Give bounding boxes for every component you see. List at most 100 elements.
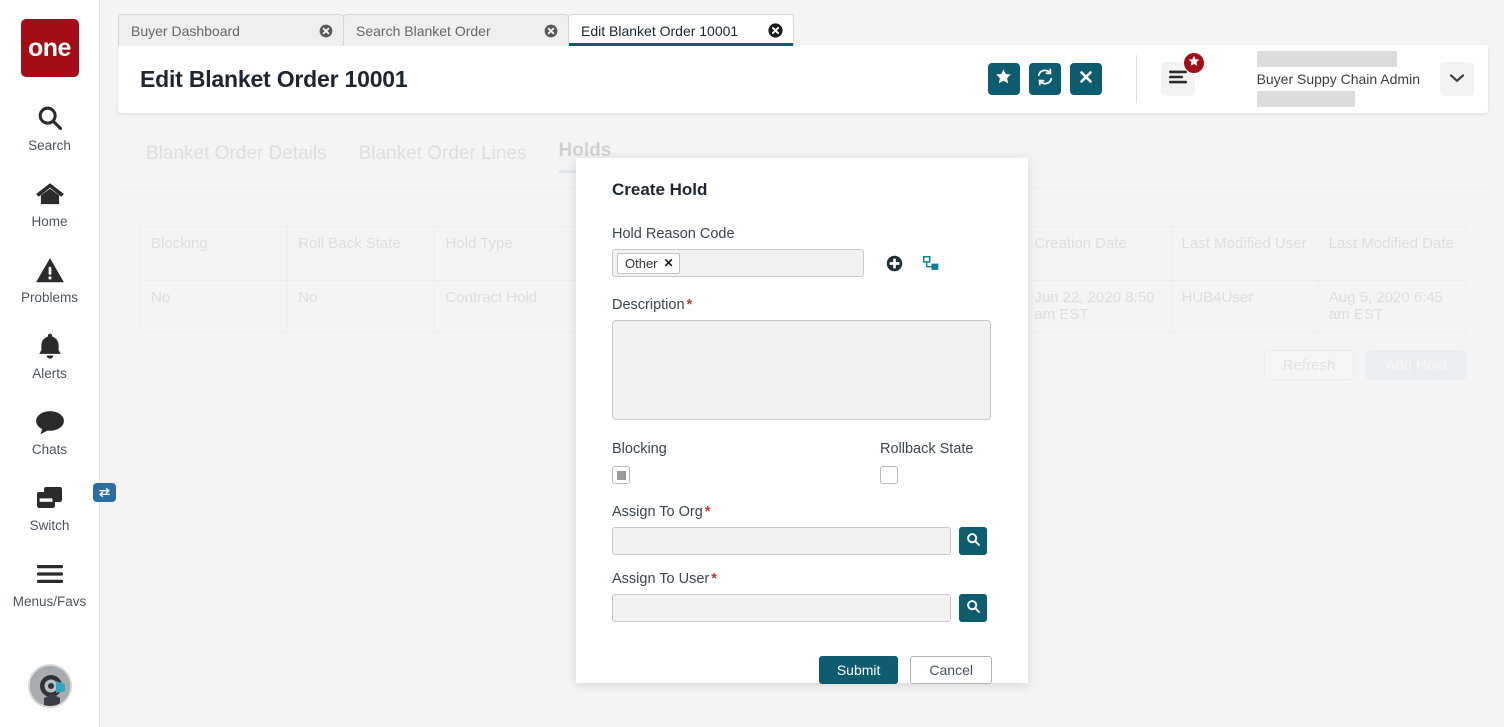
sidebar-item-label: Alerts [32, 366, 67, 381]
checkbox-row: Blocking Rollback State [612, 441, 992, 484]
assign-to-user-label-text: Assign To User [612, 571, 709, 587]
refresh-button[interactable]: Refresh [1264, 350, 1355, 380]
assign-to-org-label-text: Assign To Org [612, 504, 703, 520]
description-input[interactable] [612, 320, 991, 420]
magnifier-icon [966, 599, 981, 617]
sidebar-item-label: Search [28, 138, 71, 153]
add-hold-button[interactable]: Add Hold [1366, 350, 1466, 380]
tab-search-blanket-order[interactable]: Search Blanket Order [343, 14, 569, 46]
column-header: Creation Date [1024, 227, 1171, 281]
hierarchy-icon[interactable] [923, 256, 939, 271]
rollback-state-field: Rollback State [880, 441, 974, 484]
hold-reason-code-input[interactable]: Other ✕ [612, 249, 864, 277]
table-cell: Aug 5, 2020 6:45 am EST [1318, 281, 1465, 332]
close-icon[interactable] [543, 23, 558, 38]
logo-text: one [28, 34, 71, 63]
x-icon[interactable]: ✕ [664, 256, 674, 270]
rollback-state-checkbox[interactable] [880, 466, 898, 484]
windows-stack-icon [35, 483, 65, 513]
hold-reason-code-row: Other ✕ [612, 249, 992, 277]
favorites-badge [1183, 52, 1205, 74]
content-tab-blanket-order-lines[interactable]: Blanket Order Lines [359, 143, 527, 173]
tab-buyer-dashboard[interactable]: Buyer Dashboard [118, 14, 344, 46]
required-marker: * [711, 571, 717, 587]
hamburger-icon [35, 559, 65, 589]
tab-edit-blanket-order-10001[interactable]: Edit Blanket Order 10001 [568, 14, 794, 46]
table-cell: No [141, 281, 288, 332]
column-header: Hold Type [435, 227, 582, 281]
rollback-state-label: Rollback State [880, 441, 974, 457]
create-hold-modal: Create Hold Hold Reason Code Other ✕ [576, 158, 1028, 683]
close-icon[interactable] [768, 23, 783, 38]
description-label: Description* [612, 297, 992, 313]
hamburger-icon [1169, 70, 1187, 89]
sidebar-item-label: Home [31, 214, 67, 229]
star-icon [1188, 54, 1200, 72]
table-cell: Contract Hold [435, 281, 582, 332]
table-cell: No [288, 281, 435, 332]
sidebar-item-home[interactable]: Home [0, 179, 100, 229]
required-marker: * [705, 504, 711, 520]
modal-footer: Submit Cancel [612, 656, 992, 684]
chevron-down-icon [1449, 70, 1465, 88]
close-icon[interactable] [318, 23, 333, 38]
description-label-text: Description [612, 297, 685, 313]
header-divider [1136, 55, 1137, 103]
sidebar-item-label: Switch [30, 518, 70, 533]
selected-chip[interactable]: Other ✕ [617, 253, 680, 274]
tab-label: Buyer Dashboard [131, 23, 318, 39]
left-sidebar: one Search Home [0, 0, 100, 727]
checkbox-filled-indicator [617, 471, 626, 480]
modal-title: Create Hold [612, 158, 992, 200]
circle-plus-icon[interactable] [886, 255, 903, 272]
content-tab-blanket-order-details[interactable]: Blanket Order Details [146, 143, 327, 173]
blocking-field: Blocking [612, 441, 880, 484]
sidebar-item-chats[interactable]: Chats [0, 407, 100, 457]
assign-to-user-label: Assign To User* [612, 571, 992, 587]
assign-to-org-search-button[interactable] [959, 527, 987, 555]
menu-favorites-button[interactable] [1161, 62, 1195, 96]
hold-reason-code-field: Hold Reason Code Other ✕ [612, 226, 992, 277]
sidebar-item-label: Chats [32, 442, 67, 457]
assign-to-org-input[interactable] [612, 527, 951, 555]
cancel-button[interactable]: Cancel [910, 656, 992, 684]
magnifier-icon [966, 532, 981, 550]
one-network-logo[interactable]: one [21, 19, 79, 77]
application-window: one Search Home [0, 0, 1504, 727]
assign-to-user-search-button[interactable] [959, 594, 987, 622]
assign-to-user-row [612, 594, 992, 622]
favorite-button[interactable] [988, 63, 1020, 95]
tab-label: Search Blanket Order [356, 23, 543, 39]
sidebar-item-alerts[interactable]: Alerts [0, 331, 100, 381]
home-icon [35, 179, 65, 209]
column-header: Last Modified Date [1318, 227, 1465, 281]
assign-to-user-field: Assign To User* [612, 571, 992, 622]
header-actions: Buyer Suppy Chain Admin [979, 51, 1488, 107]
user-menu-toggle[interactable] [1440, 62, 1474, 96]
sidebar-item-label: Menus/Favs [13, 594, 87, 609]
warning-triangle-icon [35, 255, 65, 285]
user-profile[interactable]: Buyer Suppy Chain Admin [1257, 51, 1474, 107]
hold-reason-code-label: Hold Reason Code [612, 226, 992, 242]
table-cell: HUB4User [1171, 281, 1318, 332]
assign-to-user-input[interactable] [612, 594, 951, 622]
sidebar-item-menus-favs[interactable]: Menus/Favs [0, 559, 100, 609]
column-header: Roll Back State [288, 227, 435, 281]
avatar[interactable] [28, 664, 72, 708]
refresh-button[interactable] [1029, 63, 1061, 95]
star-icon [995, 68, 1012, 90]
column-header: Blocking [141, 227, 288, 281]
close-button[interactable] [1070, 63, 1102, 95]
exchange-arrows-icon [93, 483, 116, 502]
page-title: Edit Blanket Order 10001 [140, 66, 407, 93]
column-header: Last Modified User [1171, 227, 1318, 281]
search-icon [36, 103, 64, 133]
tab-label: Edit Blanket Order 10001 [581, 23, 768, 39]
submit-button[interactable]: Submit [819, 656, 899, 684]
chat-bubble-icon [35, 407, 65, 437]
blocking-checkbox[interactable] [612, 466, 630, 484]
sidebar-item-problems[interactable]: Problems [0, 255, 100, 305]
sidebar-item-switch[interactable]: Switch [0, 483, 100, 533]
redacted-user-org [1257, 91, 1355, 107]
sidebar-item-search[interactable]: Search [0, 103, 100, 153]
